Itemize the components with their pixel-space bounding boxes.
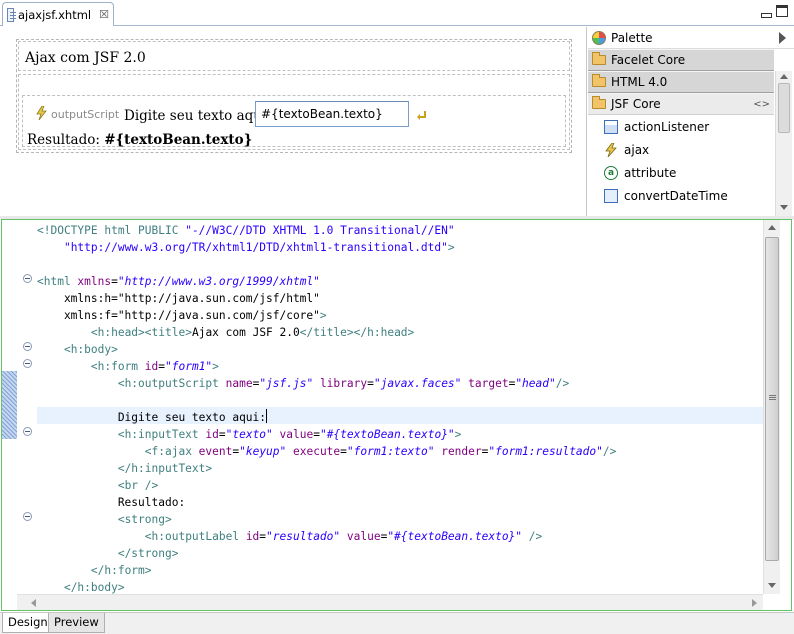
scroll-down-icon[interactable] (780, 205, 788, 210)
design-canvas: Ajax com JSF 2.0 outputScript Digite seu… (1, 27, 587, 216)
editor-tab-label: ajaxjsf.xhtml (17, 7, 92, 22)
editor-tab-bar: ajaxjsf.xhtml ☒ (0, 0, 794, 26)
scroll-down-icon[interactable] (768, 583, 776, 588)
ajax-return-icon (417, 111, 426, 120)
fold-inputtext-icon[interactable] (23, 427, 32, 436)
code-line[interactable]: <h:inputText id="texto" value="#{textoBe… (37, 426, 462, 443)
code-area[interactable]: <!DOCTYPE html PUBLIC "-//W3C//DTD XHTML… (37, 220, 763, 594)
text-caret (266, 409, 268, 423)
palette-scrollbar[interactable] (775, 71, 792, 216)
palette-item-attribute[interactable]: a attribute (604, 162, 772, 184)
html-element-box[interactable]: Ajax com JSF 2.0 outputScript Digite seu… (16, 39, 572, 153)
palette-item-convertdatetime[interactable]: convertDateTime (604, 185, 772, 207)
code-line[interactable]: </h:form> (37, 562, 152, 579)
fold-form-icon[interactable] (23, 359, 32, 368)
scroll-right-icon[interactable] (752, 599, 757, 607)
change-ruler (2, 220, 17, 594)
palette-item-label: ajax (624, 143, 650, 157)
drawer-facelet-core[interactable]: Facelet Core (588, 49, 774, 71)
convert-datetime-icon (604, 189, 618, 203)
tab-design[interactable]: Design (2, 613, 54, 633)
palette-title: Palette (611, 30, 653, 45)
folder-icon (592, 74, 606, 87)
code-line[interactable]: </strong> (37, 545, 179, 562)
tab-preview[interactable]: Preview (48, 613, 105, 633)
drawer-label: Facelet Core (611, 53, 686, 67)
palette-item-actionlistener[interactable]: actionListener (604, 116, 772, 138)
result-label: Resultado: (27, 132, 105, 148)
drawer-html-4[interactable]: HTML 4.0 (588, 71, 774, 93)
code-line[interactable]: <h:head><title>Ajax com JSF 2.0</title><… (37, 324, 414, 341)
source-editor[interactable]: <!DOCTYPE html PUBLIC "-//W3C//DTD XHTML… (1, 219, 792, 611)
change-marker (2, 371, 17, 439)
palette-item-label: actionListener (624, 120, 710, 134)
palette-collapse-arrow-icon[interactable] (779, 32, 786, 44)
fold-body-icon[interactable] (23, 342, 32, 351)
attribute-icon: a (604, 166, 618, 180)
result-line: Resultado: #{textoBean.texto} (27, 132, 252, 148)
xhtml-file-icon (7, 7, 16, 22)
code-line[interactable]: <f:ajax event="keyup" execute="form1:tex… (37, 443, 617, 460)
page-title: Ajax com JSF 2.0 (25, 50, 146, 66)
code-line[interactable]: <h:body> (37, 341, 118, 358)
code-line[interactable]: Digite seu texto aqui: (37, 409, 268, 426)
action-listener-icon (604, 120, 618, 134)
drawer-label: HTML 4.0 (611, 75, 668, 89)
folder-icon (592, 52, 606, 65)
code-line[interactable]: <strong> (37, 511, 172, 528)
head-title-box[interactable]: Ajax com JSF 2.0 (18, 41, 570, 71)
palette-header[interactable]: Palette (588, 27, 794, 49)
code-line[interactable]: <h:outputScript name="jsf.js" library="j… (37, 375, 569, 392)
palette-item-label: attribute (624, 166, 677, 180)
drawer-jsf-core[interactable]: JSF Core <> (588, 93, 774, 115)
form-box[interactable]: outputScript Digite seu texto aqui: #{te… (22, 95, 566, 148)
scroll-up-icon[interactable] (768, 225, 776, 230)
code-line[interactable]: </h:inputText> (37, 460, 212, 477)
palette-item-ajax[interactable]: ajax (604, 139, 772, 161)
ajax-icon (605, 143, 617, 157)
prompt-text: Digite seu texto aqui: (124, 108, 271, 124)
scroll-left-icon[interactable] (31, 599, 36, 607)
palette-icon (592, 30, 606, 45)
scroll-up-icon[interactable] (780, 74, 788, 79)
code-line[interactable]: xmlns:h="http://java.sun.com/jsf/html" (37, 290, 320, 307)
editor-tab-ajaxjsf[interactable]: ajaxjsf.xhtml ☒ (2, 2, 114, 26)
code-line[interactable]: "http://www.w3.org/TR/xhtml1/DTD/xhtml1-… (37, 239, 455, 256)
palette-view: Palette Facelet Core HTML 4.0 JSF Core <… (588, 27, 794, 216)
code-line[interactable]: <html xmlns="http://www.w3.org/1999/xhtm… (37, 273, 320, 290)
source-horizontal-scrollbar[interactable] (17, 594, 763, 610)
code-line[interactable]: <br /> (37, 477, 158, 494)
fold-strong-icon[interactable] (23, 512, 32, 521)
code-line[interactable]: </h:body> (37, 579, 125, 594)
pin-drawer-icon[interactable]: <> (753, 99, 770, 110)
folding-ruler (20, 220, 36, 594)
source-vertical-scrollbar[interactable] (763, 220, 780, 594)
result-output-label[interactable]: #{textoBean.texto} (104, 132, 252, 148)
editor-mode-tabs: Design Preview (0, 612, 794, 634)
drawer-label: JSF Core (611, 97, 661, 111)
palette-item-label: convertDateTime (624, 189, 728, 203)
code-line[interactable]: xmlns:f="http://java.sun.com/jsf/core"> (37, 307, 327, 324)
scroll-thumb[interactable] (765, 237, 779, 561)
fold-html-icon[interactable] (23, 274, 32, 283)
minimize-icon[interactable] (760, 5, 772, 18)
scroll-thumb[interactable] (778, 83, 790, 133)
code-line[interactable]: <h:form id="form1"> (37, 358, 219, 375)
output-script-icon (36, 106, 47, 120)
folder-open-icon (592, 96, 606, 109)
maximize-icon[interactable] (776, 5, 788, 17)
code-line[interactable]: Resultado: (37, 494, 185, 511)
body-box[interactable]: outputScript Digite seu texto aqui: #{te… (18, 74, 570, 150)
close-tab-icon[interactable]: ☒ (99, 8, 109, 21)
texto-input-field[interactable]: #{textoBean.texto} (255, 101, 409, 127)
output-script-label[interactable]: outputScript (51, 108, 119, 121)
code-line[interactable]: <h:outputLabel id="resultado" value="#{t… (37, 528, 542, 545)
code-line[interactable]: <!DOCTYPE html PUBLIC "-//W3C//DTD XHTML… (37, 222, 455, 239)
